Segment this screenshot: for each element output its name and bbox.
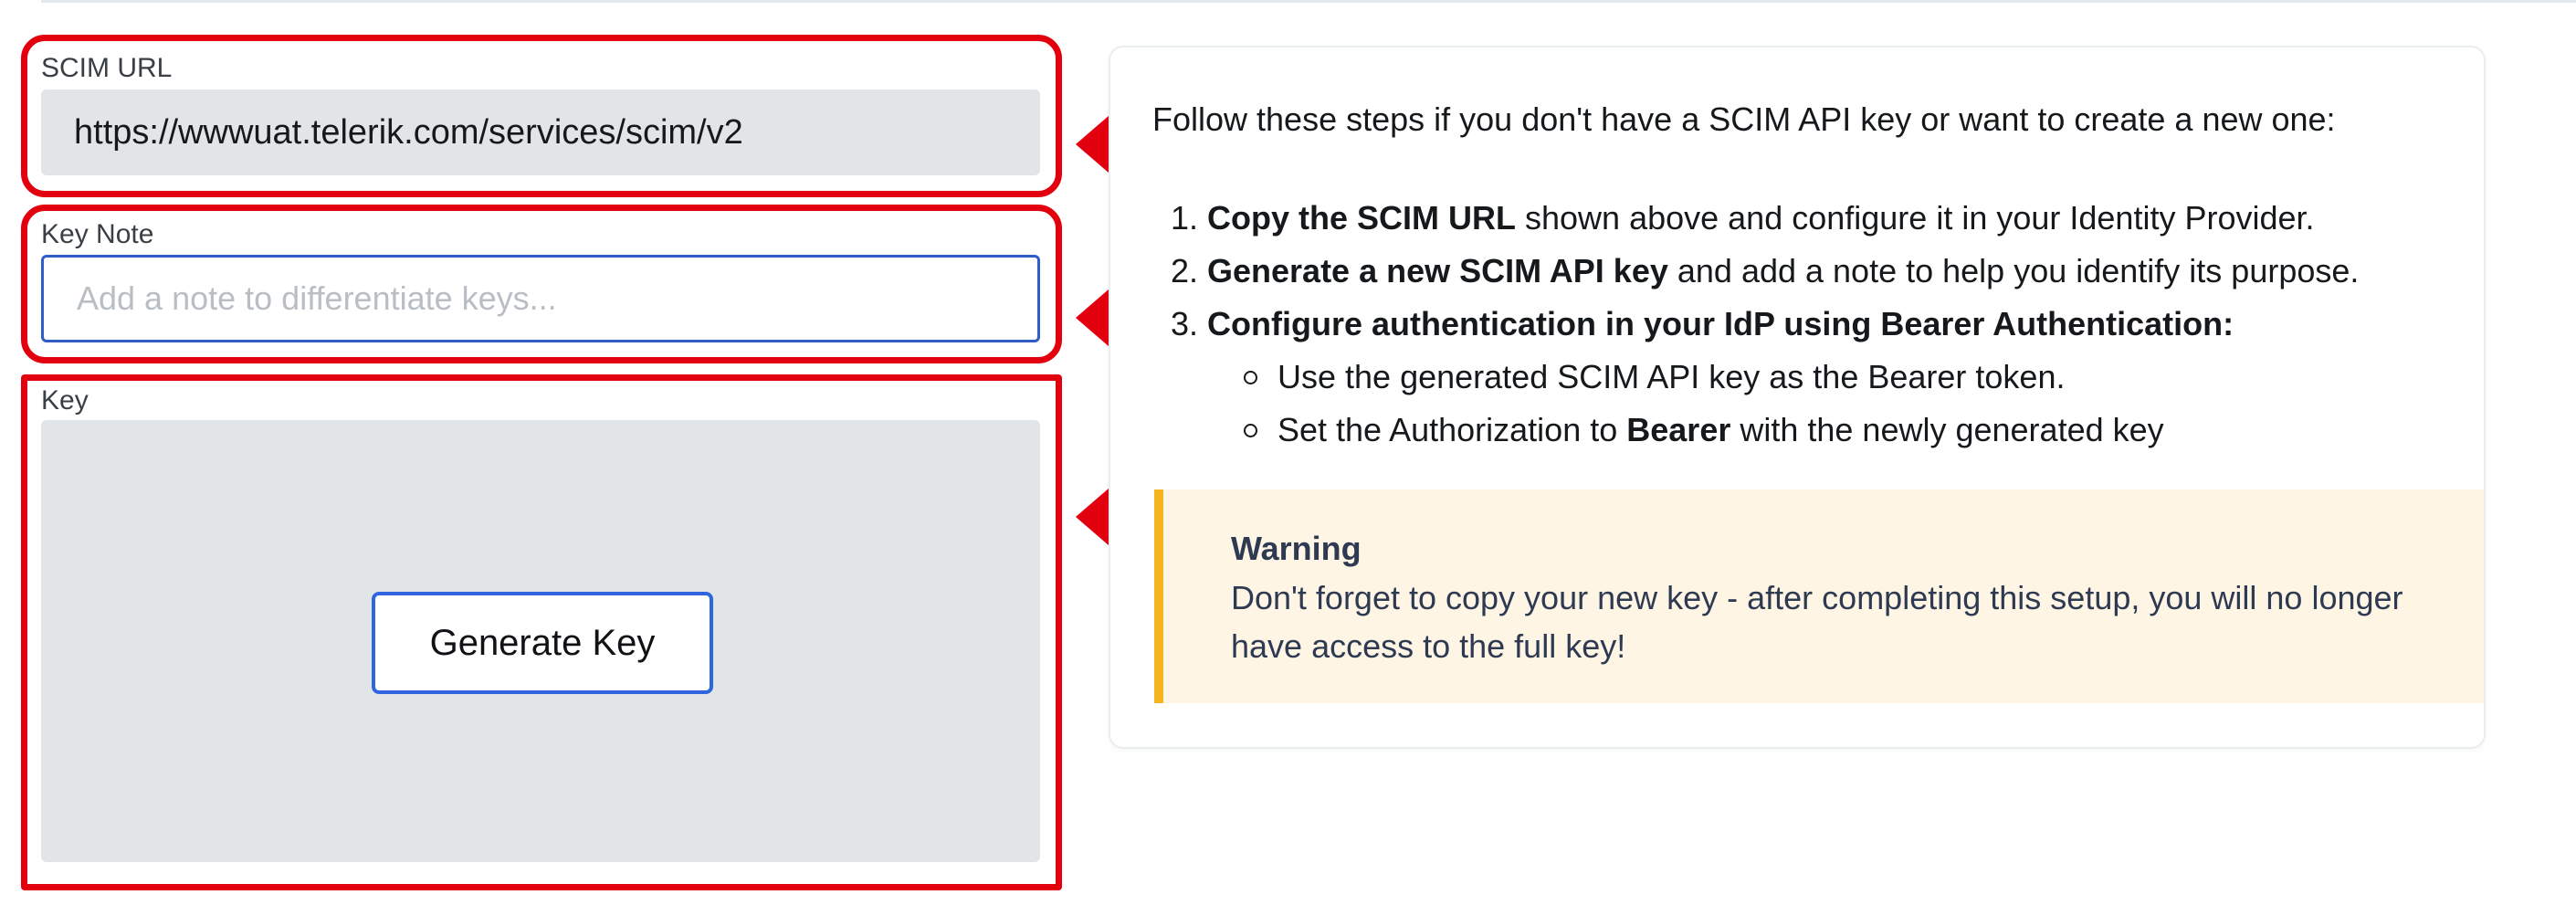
list-item: 2. Generate a new SCIM API key and add a…	[1165, 245, 2359, 298]
warning-title: Warning	[1231, 530, 1362, 567]
step-number: 1.	[1170, 199, 1198, 237]
instructions-intro: Follow these steps if you don't have a S…	[1152, 100, 2336, 138]
substep-text: Set the Authorization to	[1277, 411, 1627, 448]
steps-list: 1. Copy the SCIM URL shown above and con…	[1165, 192, 2359, 457]
list-item: Use the generated SCIM API key as the Be…	[1165, 351, 2359, 404]
key-area: Generate Key	[41, 420, 1040, 862]
top-divider	[41, 0, 2576, 3]
step-bold-text: Copy the SCIM URL	[1207, 199, 1516, 237]
step-bold-text: Generate a new SCIM API key	[1207, 252, 1668, 289]
list-item: 3. Configure authentication in your IdP …	[1165, 298, 2359, 351]
warning-text: Don't forget to copy your new key - afte…	[1231, 579, 2403, 665]
step-number: 3.	[1170, 305, 1198, 342]
instructions-panel: Follow these steps if you don't have a S…	[1109, 46, 2486, 749]
list-item: 1. Copy the SCIM URL shown above and con…	[1165, 192, 2359, 245]
hollow-circle-bullet-icon	[1244, 423, 1257, 437]
scim-url-label: SCIM URL	[41, 53, 173, 83]
generate-key-button[interactable]: Generate Key	[372, 592, 713, 694]
warning-callout: Warning Don't forget to copy your new ke…	[1154, 489, 2484, 703]
step-text: and add a note to help you identify its …	[1667, 252, 2360, 289]
key-label: Key	[41, 385, 89, 416]
key-note-input[interactable]	[41, 255, 1040, 342]
step-bold-text: Configure authentication in your IdP usi…	[1207, 305, 2234, 342]
substep-text: with the newly generated key	[1730, 411, 2164, 448]
list-item: Set the Authorization to Bearer with the…	[1165, 404, 2359, 457]
substep-text: Use the generated SCIM API key as the Be…	[1277, 358, 2066, 395]
scim-url-field[interactable]: https://wwwuat.telerik.com/services/scim…	[41, 89, 1040, 175]
step-number: 2.	[1170, 252, 1198, 289]
step-text: shown above and configure it in your Ide…	[1516, 199, 2315, 237]
key-note-label: Key Note	[41, 219, 154, 249]
substep-bold-text: Bearer	[1626, 411, 1731, 448]
hollow-circle-bullet-icon	[1244, 370, 1257, 384]
